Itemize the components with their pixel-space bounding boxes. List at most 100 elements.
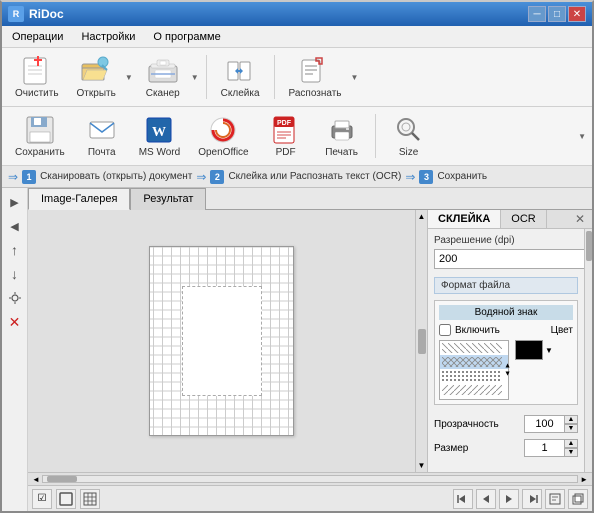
left-btn-5[interactable] xyxy=(5,288,25,308)
pattern-down[interactable]: ▼ xyxy=(504,371,511,378)
toolbar2-more-arrow[interactable]: ▼ xyxy=(578,132,586,141)
color-dropdown-arrow[interactable]: ▼ xyxy=(545,346,553,355)
recognize-label: Распознать xyxy=(289,88,342,99)
pattern-list[interactable] xyxy=(439,340,509,400)
transparency-spinner-btns: ▲ ▼ xyxy=(564,415,578,433)
size-up[interactable]: ▲ xyxy=(564,439,578,448)
pattern-arrows: ▲ ▼ xyxy=(504,363,511,378)
size-down[interactable]: ▼ xyxy=(564,448,578,457)
bottom-nav-6[interactable] xyxy=(568,489,588,509)
enable-checkbox-row: Включить Цвет xyxy=(439,324,573,336)
left-btn-2[interactable]: ◀ xyxy=(5,216,25,236)
scroll-right-btn[interactable]: ► xyxy=(580,475,588,484)
openoffice-icon xyxy=(207,114,239,146)
enable-checkbox[interactable] xyxy=(439,324,451,336)
open-button[interactable]: Открыть xyxy=(70,51,123,103)
panel-tab-glue[interactable]: СКЛЕЙКА xyxy=(428,210,501,228)
size-input[interactable] xyxy=(524,439,564,457)
menu-operations[interactable]: Операции xyxy=(8,29,67,45)
minimize-button[interactable]: ─ xyxy=(528,6,546,22)
maximize-button[interactable]: □ xyxy=(548,6,566,22)
mail-icon xyxy=(86,114,118,146)
left-btn-4[interactable]: ↓ xyxy=(5,264,25,284)
bottom-nav-4[interactable] xyxy=(522,489,542,509)
menu-about[interactable]: О программе xyxy=(149,29,224,45)
panel-tabs: СКЛЕЙКА OCR ✕ xyxy=(428,210,592,229)
transparency-up[interactable]: ▲ xyxy=(564,415,578,424)
bottom-square-btn[interactable] xyxy=(56,489,76,509)
pattern-row-3[interactable] xyxy=(440,369,508,383)
main-window: R RiDoc ─ □ ✕ Операции Настройки О прогр… xyxy=(0,0,594,513)
pdf-button[interactable]: PDF PDF xyxy=(260,110,312,162)
mail-button[interactable]: Почта xyxy=(76,110,128,162)
scroll-up-btn[interactable]: ▲ xyxy=(418,212,426,221)
image-canvas xyxy=(149,246,294,436)
panel-close-button[interactable]: ✕ xyxy=(572,211,588,227)
tab-result[interactable]: Результат xyxy=(130,188,206,210)
bottom-nav-1[interactable] xyxy=(453,489,473,509)
menu-settings[interactable]: Настройки xyxy=(77,29,139,45)
clear-label: Очистить xyxy=(15,88,59,99)
pattern-row-5[interactable] xyxy=(440,397,508,400)
menu-bar: Операции Настройки О программе xyxy=(2,26,592,48)
recognize-dropdown-arrow[interactable]: ▼ xyxy=(351,73,359,82)
msword-button[interactable]: W MS Word xyxy=(132,110,188,162)
close-button[interactable]: ✕ xyxy=(568,6,586,22)
bottom-nav-2[interactable] xyxy=(476,489,496,509)
bottom-check-btn[interactable]: ☑ xyxy=(32,489,52,509)
svg-text:W: W xyxy=(152,125,166,140)
print-button[interactable]: Печать xyxy=(316,110,368,162)
step-num-1: 1 xyxy=(22,170,36,184)
tab-image-gallery[interactable]: Image-Галерея xyxy=(28,188,130,210)
size-label: Size xyxy=(399,147,418,158)
main-area: ▶ ◀ ↑ ↓ ✕ Image-Галерея Результат xyxy=(2,188,592,511)
resolution-row: ... xyxy=(434,249,578,269)
resolution-input[interactable] xyxy=(434,249,584,269)
pattern-up[interactable]: ▲ xyxy=(504,363,511,370)
h-scrollbar-track xyxy=(42,475,578,483)
content-area: Image-Галерея Результат ▲ ▼ xyxy=(28,188,592,511)
open-dropdown-arrow[interactable]: ▼ xyxy=(125,73,133,82)
scanner-label: Сканер xyxy=(146,88,180,99)
resolution-group: Разрешение (dpi) ... xyxy=(434,235,578,269)
scanner-button[interactable]: Сканер xyxy=(137,51,189,103)
left-btn-1[interactable]: ▶ xyxy=(5,192,25,212)
step-arrow-2: ⇒ xyxy=(196,170,206,184)
recognize-button[interactable]: Распознать xyxy=(282,51,349,103)
step-num-3: 3 xyxy=(419,170,433,184)
image-scrollbar-v[interactable]: ▲ ▼ xyxy=(415,210,427,472)
scroll-left-btn[interactable]: ◄ xyxy=(32,475,40,484)
pattern-row-1[interactable] xyxy=(440,341,508,355)
panel-scrollbar[interactable] xyxy=(584,229,592,472)
transparency-input[interactable] xyxy=(524,415,564,433)
clear-button[interactable]: Очистить xyxy=(8,51,66,103)
transparency-row: Прозрачность ▲ ▼ xyxy=(434,415,578,433)
scroll-down-btn[interactable]: ▼ xyxy=(418,461,426,470)
pattern-row-2[interactable] xyxy=(440,355,508,369)
file-format-header: Формат файла xyxy=(434,277,578,294)
bottom-pages-icon xyxy=(572,493,584,505)
transparency-spinner: ▲ ▼ xyxy=(524,415,578,433)
image-scrollbar-h[interactable]: ◄ ► xyxy=(28,472,592,485)
watermark-grid: ▲ ▼ ▼ xyxy=(439,340,573,400)
glue-button[interactable]: Склейка xyxy=(214,51,267,103)
openoffice-svg xyxy=(209,116,237,144)
bottom-nav-5[interactable] xyxy=(545,489,565,509)
left-btn-3[interactable]: ↑ xyxy=(5,240,25,260)
openoffice-button[interactable]: OpenOffice xyxy=(191,110,255,162)
bottom-nav-3[interactable] xyxy=(499,489,519,509)
scanner-dropdown-arrow[interactable]: ▼ xyxy=(191,73,199,82)
transparency-down[interactable]: ▼ xyxy=(564,424,578,433)
bottom-nav-next-icon xyxy=(503,493,515,505)
left-btn-delete[interactable]: ✕ xyxy=(5,312,25,332)
save-button[interactable]: Сохранить xyxy=(8,110,72,162)
step-text-3: Сохранить xyxy=(437,171,487,182)
size-button[interactable]: Size xyxy=(383,110,435,162)
bottom-grid-btn[interactable] xyxy=(80,489,100,509)
msword-svg: W xyxy=(145,116,173,144)
panel-tab-ocr[interactable]: OCR xyxy=(501,210,546,228)
watermark-label: Водяной знак xyxy=(439,305,573,320)
step-text-2: Склейка или Распознать текст (OCR) xyxy=(228,171,401,182)
color-picker[interactable] xyxy=(515,340,543,360)
pattern-row-4[interactable] xyxy=(440,383,508,397)
